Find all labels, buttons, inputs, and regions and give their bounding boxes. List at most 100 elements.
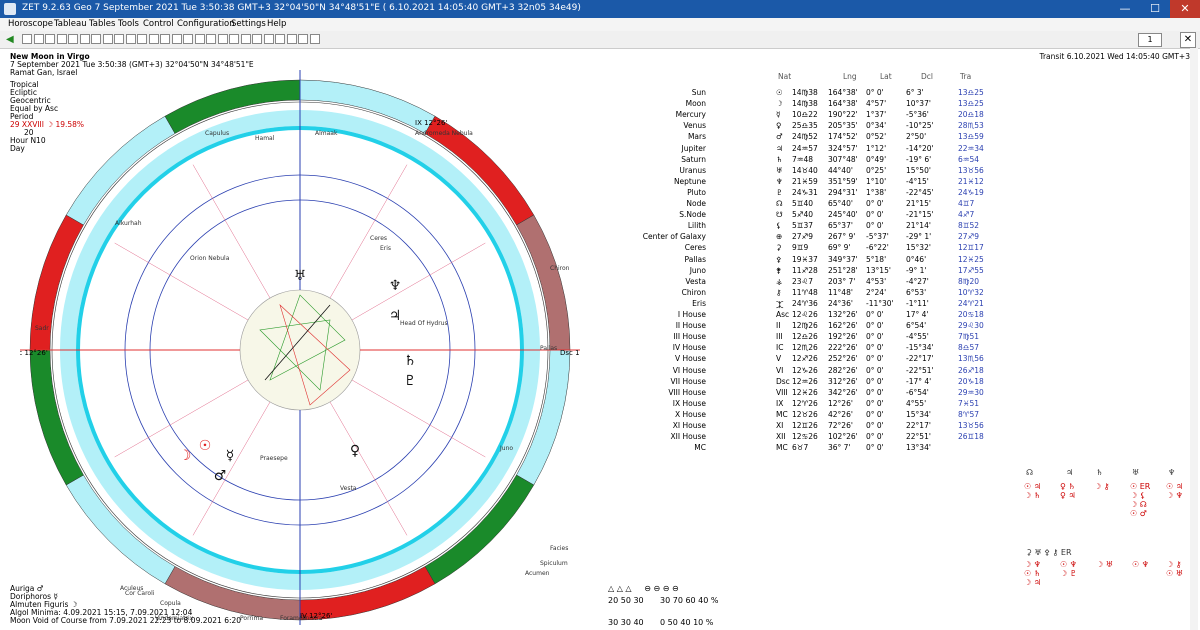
toolbar: ◀ 1 ✕ xyxy=(0,31,1200,49)
fixed-star-label: Andromeda Nebula xyxy=(415,130,473,137)
table-row-latitude: 0° 0' xyxy=(866,376,884,386)
table-row-latitude: 4°53' xyxy=(866,276,887,286)
toolbar-icon-1[interactable] xyxy=(22,34,32,44)
toolbar-icon-12[interactable] xyxy=(148,34,159,44)
table-row-latitude: 0° 0' xyxy=(866,387,884,397)
toolbar-icon-24[interactable] xyxy=(286,34,297,44)
table-row-latitude: 0° 0' xyxy=(866,88,884,97)
menu-control[interactable]: Control xyxy=(143,19,174,29)
toolbar-icon-4[interactable] xyxy=(56,34,67,44)
fixed-star-label: Juno xyxy=(499,445,513,452)
table-row-longitude: 203° 7' xyxy=(828,276,856,286)
close-chart-button[interactable]: ✕ xyxy=(1180,32,1196,48)
table-row-declination: 21°14' xyxy=(906,221,931,231)
table-row-longitude: 251°28' xyxy=(828,265,858,275)
maximize-button[interactable]: ☐ xyxy=(1140,0,1170,18)
table-row-transit: 7♓51 xyxy=(958,398,980,408)
table-row-sign-pos: 24♒57 xyxy=(792,143,818,153)
toolbar-icon-8[interactable] xyxy=(102,34,113,44)
toolbar-icon-10[interactable] xyxy=(125,34,136,44)
table-row-sign-pos: 12♎26 xyxy=(792,332,818,342)
table-row-transit: 29♌30 xyxy=(958,321,984,331)
vertical-scrollbar[interactable] xyxy=(1190,48,1198,630)
toolbar-icon-25[interactable] xyxy=(298,34,308,44)
back-arrow-icon[interactable]: ◀ xyxy=(6,34,14,45)
table-row-symbol: ☽ xyxy=(776,99,783,109)
toolbar-icon-20[interactable] xyxy=(240,34,251,44)
table-row-name: Juno xyxy=(689,265,706,275)
table-row-latitude: 0°25' xyxy=(866,165,887,175)
table-row-declination: -9° 1' xyxy=(906,265,927,275)
page-spinner[interactable]: 1 xyxy=(1138,33,1162,47)
fixed-star-label: Facies xyxy=(550,545,568,552)
toolbar-icon-17[interactable] xyxy=(206,34,216,44)
menu-tableau[interactable]: Tableau xyxy=(54,19,87,29)
menu-horoscope[interactable]: Horoscope xyxy=(8,19,53,29)
table-row-transit: 13♎25 xyxy=(958,88,984,97)
table-row-transit: 6♒54 xyxy=(958,154,980,164)
table-row-symbol: VIII xyxy=(776,387,788,397)
table-row-sign-pos: 12♍26 xyxy=(792,321,818,331)
toolbar-icon-22[interactable] xyxy=(263,34,274,44)
table-row-name: S.Node xyxy=(679,210,706,220)
table-row-sign-pos: 14♍38 xyxy=(792,88,818,97)
table-row-name: VI House xyxy=(672,365,706,375)
toolbar-icon-2[interactable] xyxy=(33,34,44,44)
fixed-star-label: Chiron xyxy=(550,265,570,272)
fixed-star-label: Orion Nebula xyxy=(190,255,230,262)
table-row-longitude: 69° 9' xyxy=(828,243,851,253)
menu-configuration[interactable]: Configuration xyxy=(177,19,235,29)
table-row-symbol: ♄ xyxy=(776,154,783,164)
table-row-transit: 8♊52 xyxy=(958,221,980,231)
table-row-declination: 17° 4' xyxy=(906,310,929,319)
table-row-longitude: 164°38' xyxy=(828,99,858,109)
toolbar-icon-5[interactable] xyxy=(68,34,78,44)
table-row-declination: 15°34' xyxy=(906,409,931,419)
element-stats-4: 0 50 40 10 % xyxy=(660,618,714,627)
table-row-transit: 26♐18 xyxy=(958,365,984,375)
toolbar-icon-16[interactable] xyxy=(194,34,205,44)
toolbar-icon-23[interactable] xyxy=(275,34,285,44)
toolbar-icon-19[interactable] xyxy=(229,34,239,44)
table-row-symbol: II xyxy=(776,321,781,331)
midheaven-label: IX 12°26' xyxy=(415,119,447,127)
imum-coeli-label: IV 12°26' xyxy=(300,612,332,620)
table-row-sign-pos: 6♉7 xyxy=(792,443,809,453)
toolbar-icon-9[interactable] xyxy=(114,34,124,44)
table-row-sign-pos: 12♐26 xyxy=(792,354,818,364)
horoscope-wheel[interactable]: ☉☽ ☿ ♀♂♃♄♅♆♇CapulusHamalAlmaak Andromeda Ne… xyxy=(20,60,580,625)
table-row-transit: 13♎59 xyxy=(958,132,984,142)
menu-settings[interactable]: Settings xyxy=(231,19,266,29)
table-row-longitude: 192°26' xyxy=(828,332,858,342)
minimize-button[interactable]: — xyxy=(1110,0,1140,18)
menu-tables[interactable]: Tables xyxy=(89,19,115,29)
table-row-transit: 13♏56 xyxy=(958,354,984,364)
toolbar-icon-18[interactable] xyxy=(217,34,228,44)
table-row-sign-pos: 12♉26 xyxy=(792,409,818,419)
menu-help[interactable]: Help xyxy=(267,19,286,29)
toolbar-icon-7[interactable] xyxy=(91,34,101,44)
planet-glyph: ♀ xyxy=(350,443,360,459)
menu-tools[interactable]: Tools xyxy=(118,19,139,29)
table-row-latitude: 1°38' xyxy=(866,187,887,197)
table-row-latitude: 1°12' xyxy=(866,143,887,153)
toolbar-icon-6[interactable] xyxy=(79,34,90,44)
toolbar-icon-3[interactable] xyxy=(45,34,55,44)
table-row-latitude: 0° 0' xyxy=(866,421,884,430)
toolbar-icon-26[interactable] xyxy=(309,34,320,44)
toolbar-icon-14[interactable] xyxy=(171,34,182,44)
fixed-star-label: Pallas xyxy=(540,345,557,352)
fixed-star-label: Spiculum xyxy=(540,560,568,567)
close-window-button[interactable]: ✕ xyxy=(1170,0,1200,18)
table-row-transit: 17♐55 xyxy=(958,265,984,275)
toolbar-icon-21[interactable] xyxy=(252,34,262,44)
table-row-latitude: 0° 0' xyxy=(866,409,884,419)
table-row-declination: -22°17' xyxy=(906,354,934,364)
toolbar-icon-11[interactable] xyxy=(137,34,147,44)
table-row-longitude: 132°26' xyxy=(828,310,858,319)
table-row-sign-pos: 12♒26 xyxy=(792,376,818,386)
toolbar-icon-13[interactable] xyxy=(160,34,170,44)
table-row-sign-pos: 12♋26 xyxy=(792,432,818,442)
toolbar-icon-15[interactable] xyxy=(183,34,193,44)
table-row-transit: 7♍51 xyxy=(958,332,980,342)
